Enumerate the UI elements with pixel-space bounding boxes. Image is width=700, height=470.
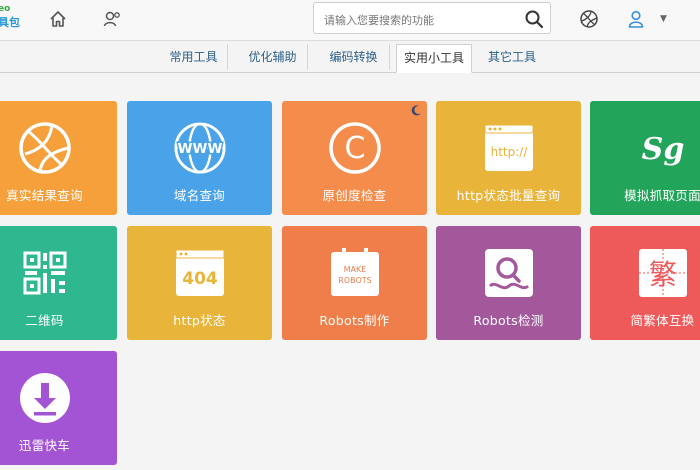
category-tabs: 常用工具 优化辅助 编码转换 实用小工具 其它工具: [0, 42, 700, 73]
basketball-icon: [18, 121, 72, 175]
spider-sg-icon: Sg: [636, 121, 690, 175]
tab-encoding[interactable]: 编码转换: [318, 44, 390, 70]
browser-http-icon: http://: [482, 121, 536, 175]
tool-label: 原创度检查: [322, 188, 387, 203]
qrcode-icon: [18, 246, 72, 300]
tool-label: 域名查询: [173, 188, 226, 203]
robots-check-icon: [482, 246, 536, 300]
tool-label: 模拟抓取页面: [624, 188, 700, 203]
search-icon[interactable]: [524, 9, 544, 29]
tool-label: Robots检测: [473, 313, 544, 328]
tool-robots-make[interactable]: MAKE ROBOTS Robots制作: [282, 226, 427, 340]
fan-text: 繁: [648, 258, 676, 291]
robots-text: ROBOTS: [338, 276, 371, 285]
tool-label: http状态: [173, 313, 226, 328]
tool-qrcode[interactable]: 二维码: [0, 226, 117, 340]
tool-label: 简繁体互换: [630, 313, 695, 328]
http-404-icon: 404: [173, 246, 227, 300]
tool-label: 真实结果查询: [6, 188, 83, 203]
tool-label: Robots制作: [319, 313, 390, 328]
download-icon: [18, 371, 72, 425]
www-text: WWW: [177, 141, 222, 157]
logo-main-text: 具包: [0, 16, 20, 29]
tab-optimization[interactable]: 优化辅助: [238, 44, 308, 70]
globe-www-icon: WWW: [173, 121, 227, 175]
traditional-char-icon: 繁: [636, 246, 690, 300]
tool-robots-check[interactable]: Robots检测: [436, 226, 581, 340]
copyright-icon: C: [328, 121, 382, 175]
search-input[interactable]: [322, 9, 526, 31]
app-logo[interactable]: eo 具包: [0, 3, 34, 33]
sg-text: Sg: [641, 132, 684, 167]
tool-http-status[interactable]: 404 http状态: [127, 226, 272, 340]
home-icon[interactable]: [47, 8, 69, 30]
tool-originality-check[interactable]: C 原创度检查: [282, 101, 427, 215]
tool-label: http状态批量查询: [456, 188, 561, 203]
tab-common-tools[interactable]: 常用工具: [160, 44, 228, 70]
tool-simulate-crawl[interactable]: Sg 模拟抓取页面: [590, 101, 700, 215]
tool-label: 二维码: [25, 313, 64, 328]
tool-thunder-flashget[interactable]: 迅雷快车: [0, 351, 117, 465]
tool-http-status-batch[interactable]: http:// http状态批量查询: [436, 101, 581, 215]
top-bar: eo 具包 ▼: [0, 0, 700, 41]
copyright-text: C: [344, 131, 365, 166]
search-box: [313, 2, 551, 34]
user-settings-icon[interactable]: [101, 8, 123, 30]
make-text: MAKE: [343, 265, 366, 274]
tool-domain-query[interactable]: WWW 域名查询: [127, 101, 272, 215]
tab-utilities[interactable]: 实用小工具: [396, 44, 472, 73]
tool-traditional-simplified[interactable]: 繁 简繁体互换: [590, 226, 700, 340]
basketball-icon[interactable]: [578, 8, 600, 30]
http-text: http://: [490, 145, 528, 159]
tool-label: 迅雷快车: [18, 438, 71, 453]
loading-spinner-icon: [409, 103, 423, 122]
chevron-down-icon[interactable]: ▼: [660, 14, 667, 24]
tab-other-tools[interactable]: 其它工具: [478, 44, 546, 70]
robots-make-icon: MAKE ROBOTS: [328, 246, 382, 300]
user-avatar-icon[interactable]: [625, 8, 647, 30]
logo-top-text: eo: [0, 4, 11, 14]
tool-real-result-query[interactable]: 真实结果查询: [0, 101, 117, 215]
code-404-text: 404: [182, 269, 218, 289]
